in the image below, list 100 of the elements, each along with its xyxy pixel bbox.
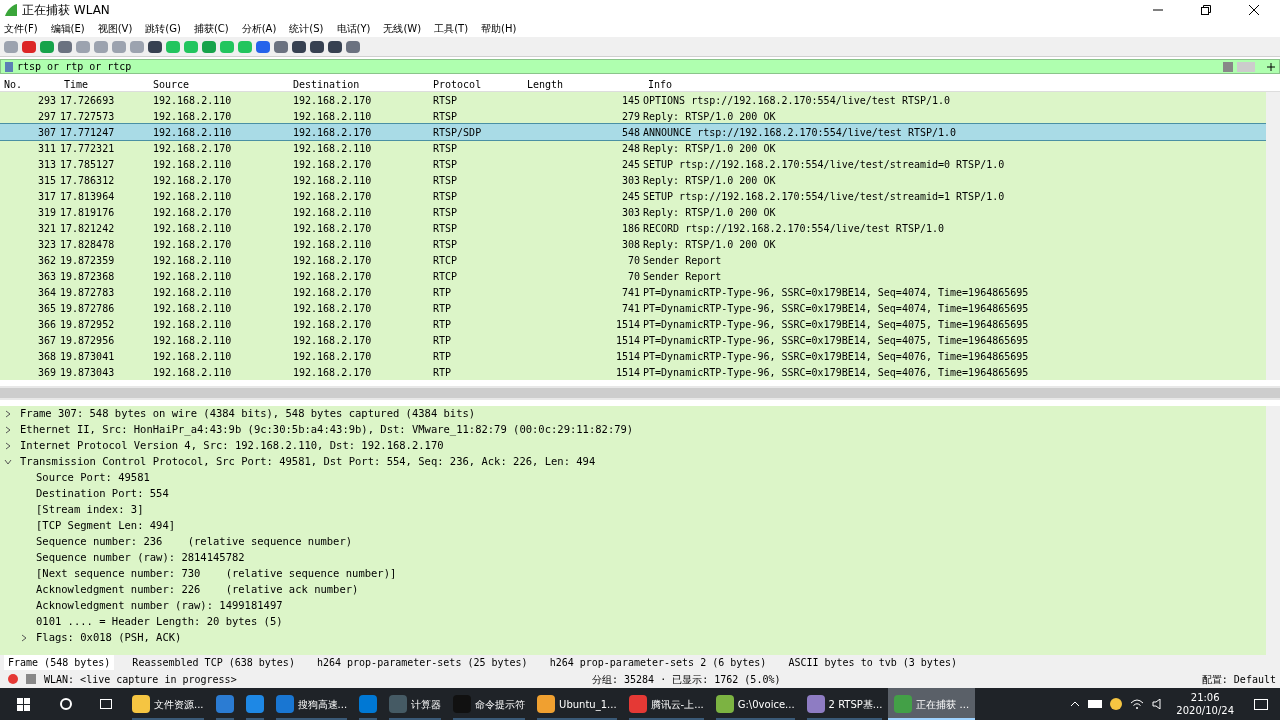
caret-icon[interactable] <box>20 633 28 642</box>
table-cell-text: 17.772321 <box>60 141 116 156</box>
toolbar-icon[interactable] <box>346 40 360 53</box>
table-cell-text: 192.168.2.110 <box>153 349 233 364</box>
packet-row[interactable]: 321 17.821242 192.168.2.110 192.168.2.170 RTSP 186 RECORD rtsp://192.168.2.170:554/live/test RTSP/1.0 <box>0 220 1266 236</box>
table-cell-text: 192.168.2.110 <box>153 157 233 172</box>
menu-item[interactable]: 帮助(H) <box>481 21 517 36</box>
chevron-up-icon[interactable] <box>1070 701 1081 707</box>
packet-row[interactable]: 297 17.727573 192.168.2.170 192.168.2.110 RTSP 279 Reply: RTSP/1.0 200 OK <box>0 108 1266 124</box>
app-icon <box>359 695 378 713</box>
menu-item[interactable]: 视图(V) <box>97 21 133 36</box>
detail-line[interactable]: Destination Port: 554 <box>36 486 169 502</box>
byte-tab[interactable]: Reassembled TCP (638 bytes) <box>128 655 299 671</box>
menu-item[interactable]: 编辑(E) <box>50 21 85 36</box>
column-header[interactable]: Protocol <box>433 76 527 92</box>
detail-line[interactable]: Flags: 0x018 (PSH, ACK) <box>36 630 182 646</box>
packet-row[interactable]: 369 19.873043 192.168.2.110 192.168.2.170 RTP 1514 PT=DynamicRTP-Type-96, SSRC=0x179BE14, Seq=4076, Time=1964865695 <box>0 364 1266 380</box>
detail-line[interactable]: Sequence number (raw): 2814145782 <box>36 550 245 566</box>
table-cell-text: 17.727573 <box>60 109 116 124</box>
detail-line[interactable]: Frame 307: 548 bytes on wire (4384 bits), 548 bytes captured (4384 bits) <box>20 406 476 422</box>
table-cell-text: 1514 <box>614 333 641 348</box>
wifi-icon[interactable] <box>1130 699 1145 709</box>
scrollbar[interactable] <box>0 387 1280 398</box>
byte-tab[interactable]: h264 prop-parameter-sets (25 bytes) <box>312 655 532 671</box>
detail-line[interactable]: [Stream index: 3] <box>36 502 144 518</box>
packet-row[interactable]: 367 19.872956 192.168.2.110 192.168.2.170 RTP 1514 PT=DynamicRTP-Type-96, SSRC=0x179BE14, Seq=4075, Time=1964865695 <box>0 332 1266 348</box>
detail-line[interactable]: Transmission Control Protocol, Src Port: 49581, Dst Port: 554, Seq: 236, Ack: 226, Len: 494 <box>20 454 596 470</box>
packet-row[interactable]: 362 19.872359 192.168.2.110 192.168.2.170 RTCP 70 Sender Report <box>0 252 1266 268</box>
table-cell-text: 192.168.2.170 <box>153 141 233 156</box>
packet-row[interactable]: 307 17.771247 192.168.2.110 192.168.2.170 RTSP/SDP 548 ANNOUNCE rtsp://192.168.2.170:554/live/test RTSP/1.0 <box>0 124 1266 140</box>
scrollbar[interactable] <box>1266 405 1280 656</box>
menu-item[interactable]: 工具(T) <box>434 21 469 36</box>
table-cell-text: 17.819176 <box>60 205 116 220</box>
table-cell-text: 303 <box>620 205 641 220</box>
byte-tab[interactable]: ASCII bytes to tvb (3 bytes) <box>784 655 961 671</box>
byte-tab[interactable]: Frame (548 bytes) <box>4 655 115 671</box>
detail-line[interactable]: Acknowledgment number (raw): 1499181497 <box>36 598 283 614</box>
menu-item[interactable]: 跳转(G) <box>145 21 181 36</box>
packet-row[interactable]: 317 17.813964 192.168.2.110 192.168.2.170 RTSP 245 SETUP rtsp://192.168.2.170:554/live/test/streamid=1 RTSP/1.0 <box>0 188 1266 204</box>
detail-line[interactable]: Ethernet II, Src: HonHaiPr_a4:43:9b (9c:30:5b:a4:43:9b), Dst: VMware_11:82:79 (00:0c:29:11:82:79) <box>20 422 634 438</box>
task-view-icon[interactable] <box>100 699 112 709</box>
column-header[interactable]: Time <box>60 76 153 92</box>
packet-row[interactable]: 323 17.828478 192.168.2.170 192.168.2.110 RTSP 308 Reply: RTSP/1.0 200 OK <box>0 236 1266 252</box>
detail-line[interactable]: [TCP Segment Len: 494] <box>36 518 176 534</box>
table-cell-text: RTSP <box>433 221 459 236</box>
menu-item[interactable]: 文件(F) <box>4 21 38 36</box>
column-header[interactable]: Length <box>527 76 644 92</box>
menu-item[interactable]: 捕获(C) <box>193 21 229 36</box>
table-cell-text: PT=DynamicRTP-Type-96, SSRC=0x179BE14, Seq=4075, Time=1964865695 <box>643 333 1029 348</box>
menu-item[interactable]: 无线(W) <box>383 21 422 36</box>
notification-icon[interactable] <box>1254 698 1268 710</box>
packet-row[interactable]: 319 17.819176 192.168.2.170 192.168.2.110 RTSP 303 Reply: RTSP/1.0 200 OK <box>0 204 1266 220</box>
packet-row[interactable]: 368 19.873041 192.168.2.110 192.168.2.170 RTP 1514 PT=DynamicRTP-Type-96, SSRC=0x179BE14, Seq=4076, Time=1964865695 <box>0 348 1266 364</box>
detail-line[interactable]: Source Port: 49581 <box>36 470 150 486</box>
table-cell-text: 548 <box>620 125 641 140</box>
table-cell-text: RTP <box>433 333 453 348</box>
packet-row[interactable]: 364 19.872783 192.168.2.110 192.168.2.170 RTP 741 PT=DynamicRTP-Type-96, SSRC=0x179BE14, Seq=4074, Time=1964865695 <box>0 284 1266 300</box>
packet-row[interactable]: 365 19.872786 192.168.2.110 192.168.2.170 RTP 741 PT=DynamicRTP-Type-96, SSRC=0x179BE14, Seq=4074, Time=1964865695 <box>0 300 1266 316</box>
toolbar-icon[interactable] <box>256 40 270 53</box>
toolbar-icon[interactable] <box>310 40 324 53</box>
table-cell-text: 19.872359 <box>60 253 116 268</box>
table-cell-text: 70 <box>626 253 641 268</box>
table-cell-text: 1514 <box>614 317 641 332</box>
column-header[interactable]: Source <box>153 76 293 92</box>
toolbar-icon[interactable] <box>22 40 36 53</box>
taskbar-app[interactable]: 正在捕获 ... <box>888 688 976 720</box>
app-label: 正在捕获 ... <box>916 697 970 712</box>
detail-line[interactable]: Acknowledgment number: 226 (relative ack number) <box>36 582 359 598</box>
toolbar-icon[interactable] <box>148 40 162 53</box>
table-cell-text: 308 <box>620 237 641 252</box>
packet-row[interactable]: 315 17.786312 192.168.2.170 192.168.2.110 RTSP 303 Reply: RTSP/1.0 200 OK <box>0 172 1266 188</box>
detail-line[interactable]: Internet Protocol Version 4, Src: 192.168.2.110, Dst: 192.168.2.170 <box>20 438 444 454</box>
menu-item[interactable]: 电话(Y) <box>336 21 371 36</box>
clock-time[interactable]: 21:06 <box>1190 691 1220 704</box>
packet-row[interactable]: 313 17.785127 192.168.2.110 192.168.2.170 RTSP 245 SETUP rtsp://192.168.2.170:554/live/test/streamid=0 RTSP/1.0 <box>0 156 1266 172</box>
stop-icon[interactable] <box>8 674 18 685</box>
table-cell-text: 366 <box>36 317 57 332</box>
clock-date[interactable]: 2020/10/24 <box>1176 704 1234 717</box>
search-icon[interactable] <box>60 698 72 710</box>
scrollbar[interactable] <box>1266 92 1280 380</box>
table-cell-text: 741 <box>620 285 641 300</box>
toolbar-icon[interactable] <box>328 40 342 53</box>
toolbar-icon[interactable] <box>58 40 72 53</box>
table-cell-text: RTSP/SDP <box>433 125 483 140</box>
packet-row[interactable]: 366 19.872952 192.168.2.110 192.168.2.170 RTP 1514 PT=DynamicRTP-Type-96, SSRC=0x179BE14, Seq=4075, Time=1964865695 <box>0 316 1266 332</box>
packet-row[interactable]: 293 17.726693 192.168.2.110 192.168.2.170 RTSP 145 OPTIONS rtsp://192.168.2.170:554/live/test RTSP/1.0 <box>0 92 1266 108</box>
column-header[interactable]: Destination <box>293 76 433 92</box>
table-cell-text: 303 <box>620 173 641 188</box>
column-header[interactable]: Info <box>644 76 673 92</box>
detail-line[interactable]: [Next sequence number: 730 (relative sequence number)] <box>36 566 397 582</box>
detail-line[interactable]: Sequence number: 236 (relative sequence number) <box>36 534 353 550</box>
detail-line[interactable]: 0101 .... = Header Length: 20 bytes (5) <box>36 614 283 630</box>
packet-row[interactable]: 363 19.872368 192.168.2.110 192.168.2.170 RTCP 70 Sender Report <box>0 268 1266 284</box>
table-cell-text: 17.828478 <box>60 237 116 252</box>
menu-item[interactable]: 统计(S) <box>289 21 324 36</box>
column-header[interactable]: No. <box>0 76 60 92</box>
toolbar-icon[interactable] <box>292 40 306 53</box>
byte-tab[interactable]: h264 prop-parameter-sets 2 (6 bytes) <box>545 655 771 671</box>
menu-item[interactable]: 分析(A) <box>241 21 277 36</box>
toolbar-icon[interactable] <box>274 40 288 53</box>
